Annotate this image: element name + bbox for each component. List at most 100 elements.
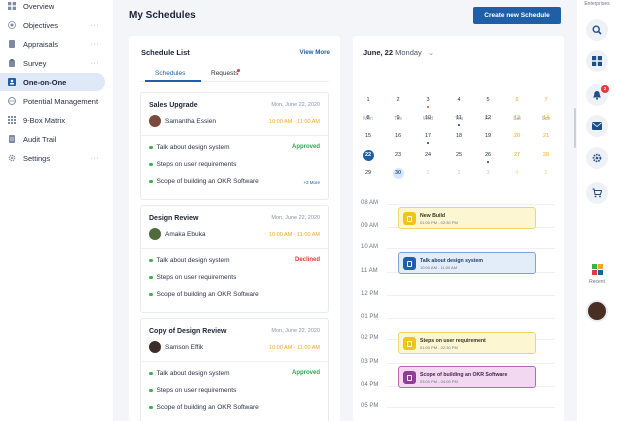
globe-icon xyxy=(8,97,16,105)
settings-button[interactable] xyxy=(586,147,608,169)
hour-label: 05 PM xyxy=(361,403,379,409)
calendar-day[interactable]: 28 xyxy=(536,152,556,158)
calendar-day[interactable]: 18 xyxy=(449,133,469,139)
sidebar-item-label: Audit Trail xyxy=(23,134,57,144)
chevron-down-icon[interactable]: ⌄ xyxy=(428,48,434,57)
event-title: Talk about design system xyxy=(420,258,484,264)
recent-label: Recent xyxy=(589,279,605,285)
agenda-item: Steps on user requirements xyxy=(149,274,236,281)
recent-apps-icon[interactable] xyxy=(592,262,603,280)
calendar-day[interactable]: 7 xyxy=(536,97,556,103)
more-menu-icon[interactable]: ··· xyxy=(91,22,100,29)
calendar-day[interactable]: 16 xyxy=(388,133,408,139)
calendar-day[interactable]: 11 xyxy=(449,115,469,121)
view-more-link[interactable]: View More xyxy=(300,49,331,56)
hour-gridline xyxy=(387,295,555,296)
schedule-card[interactable]: Sales Upgrade Mon, June 22, 2020 Samanth… xyxy=(140,92,329,200)
calendar-day[interactable]: 1 xyxy=(358,97,378,103)
scrollbar[interactable] xyxy=(574,108,576,148)
calendar-day[interactable]: 26 xyxy=(478,152,498,158)
calendar-date-picker[interactable]: June, 22 Monday ⌄ xyxy=(363,48,434,57)
schedule-card[interactable]: Copy of Design Review Mon, June 22, 2020… xyxy=(140,318,329,421)
calendar-event[interactable]: Talk about design system 10:00 AM - 11:00… xyxy=(398,252,536,274)
right-rail: Enterprises 2 Recent xyxy=(577,0,617,421)
calendar-day[interactable]: 29 xyxy=(358,170,378,176)
calendar-day[interactable]: 9 xyxy=(388,115,408,121)
calendar-day[interactable]: 4 xyxy=(507,170,527,176)
calendar-day[interactable]: 12 xyxy=(478,115,498,121)
calendar-day[interactable]: 30 xyxy=(388,170,408,176)
schedule-list-panel: Schedule List View More Schedules Reques… xyxy=(129,36,340,421)
hour-label: 09 AM xyxy=(361,223,379,229)
calendar-day[interactable]: 14 xyxy=(536,115,556,121)
sidebar-item-survey[interactable]: Survey ··· xyxy=(0,54,105,72)
calendar-day[interactable]: 27 xyxy=(507,152,527,158)
list-icon xyxy=(9,135,15,143)
calendar-day[interactable]: 19 xyxy=(478,133,498,139)
calendar-day[interactable]: 3 xyxy=(478,170,498,176)
calendar-day[interactable]: 23 xyxy=(388,152,408,158)
calendar-day[interactable]: 5 xyxy=(478,97,498,103)
more-menu-icon[interactable]: ··· xyxy=(91,60,100,67)
agenda-item: Scope of building an OKR Software xyxy=(149,291,259,298)
calendar-day[interactable]: 5 xyxy=(536,170,556,176)
calendar-day[interactable]: 10 xyxy=(418,115,438,121)
agenda-item: Scope of building an OKR Software xyxy=(149,178,259,185)
calendar-day[interactable]: 6 xyxy=(507,97,527,103)
calendar-day[interactable]: 20 xyxy=(507,133,527,139)
sidebar-item-label: Overview xyxy=(23,1,55,11)
calendar-day[interactable]: 21 xyxy=(536,133,556,139)
calendar-day[interactable]: 4 xyxy=(449,97,469,103)
sidebar-item-objectives[interactable]: Objectives ··· xyxy=(0,16,105,34)
schedule-card[interactable]: Design Review Mon, June 22, 2020 Amaka E… xyxy=(140,205,329,313)
calendar-day[interactable]: 24 xyxy=(418,152,438,158)
sidebar-item-9-box-matrix[interactable]: 9-Box Matrix xyxy=(0,111,105,129)
hour-label: 02 PM xyxy=(361,335,379,341)
bell-icon xyxy=(593,91,601,100)
more-menu-icon[interactable]: ··· xyxy=(91,41,100,48)
mail-button[interactable] xyxy=(586,115,608,137)
calendar-day[interactable]: 17 xyxy=(418,133,438,139)
calendar-day[interactable]: 13 xyxy=(507,115,527,121)
tab-requests[interactable]: Requests xyxy=(211,70,238,77)
more-items-link[interactable]: +3 More xyxy=(303,180,320,185)
sidebar-item-settings[interactable]: Settings ··· xyxy=(0,149,105,167)
schedule-list-title: Schedule List xyxy=(141,48,190,57)
calendar-event[interactable]: Steps on user requirement 01:00 PM - 02:3… xyxy=(398,332,536,354)
hour-label: 08 AM xyxy=(361,200,379,206)
apps-button[interactable] xyxy=(586,50,608,72)
hour-label: 01 PM xyxy=(361,314,379,320)
clipboard-icon xyxy=(9,59,15,67)
calendar-day[interactable]: 8 xyxy=(358,115,378,121)
sidebar-item-audit-trail[interactable]: Audit Trail xyxy=(0,130,105,148)
mail-icon xyxy=(592,122,602,130)
calendar-day[interactable]: 15 xyxy=(358,133,378,139)
event-icon xyxy=(403,212,416,225)
user-avatar[interactable] xyxy=(586,300,608,322)
calendar-day[interactable]: 22 xyxy=(358,152,378,158)
event-icon xyxy=(403,257,416,270)
sidebar-item-appraisals[interactable]: Appraisals ··· xyxy=(0,35,105,53)
event-time: 01:00 PM - 02:30 PM xyxy=(420,345,458,350)
sidebar-item-overview[interactable]: Overview xyxy=(0,0,105,15)
agenda-item: Steps on user requirements xyxy=(149,161,236,168)
cart-button[interactable] xyxy=(586,182,608,204)
more-menu-icon[interactable]: ··· xyxy=(91,155,100,162)
calendar-day[interactable]: 3 xyxy=(418,97,438,103)
calendar-day[interactable]: 2 xyxy=(388,97,408,103)
calendar-event[interactable]: Scope of building an OKR Software 03:00 P… xyxy=(398,366,536,388)
sidebar-item-potential-management[interactable]: Potential Management xyxy=(0,92,105,110)
agenda-item: Talk about design system xyxy=(149,370,229,377)
attendee-name: Samantha Essien xyxy=(165,118,216,125)
agenda-item: Scope of building an OKR Software xyxy=(149,404,259,411)
calendar-day[interactable]: 1 xyxy=(418,170,438,176)
create-schedule-button[interactable]: Create new Schedule xyxy=(473,7,561,24)
sidebar-item-one-on-one[interactable]: One-on-One xyxy=(0,73,105,91)
calendar-day[interactable]: 25 xyxy=(449,152,469,158)
calendar-event[interactable]: New Build 01:00 PM - 02:30 PM xyxy=(398,207,536,229)
tab-schedules[interactable]: Schedules xyxy=(155,70,185,77)
hour-gridline xyxy=(387,248,555,249)
search-button[interactable] xyxy=(586,19,608,41)
event-icon xyxy=(403,371,416,384)
calendar-day[interactable]: 2 xyxy=(449,170,469,176)
